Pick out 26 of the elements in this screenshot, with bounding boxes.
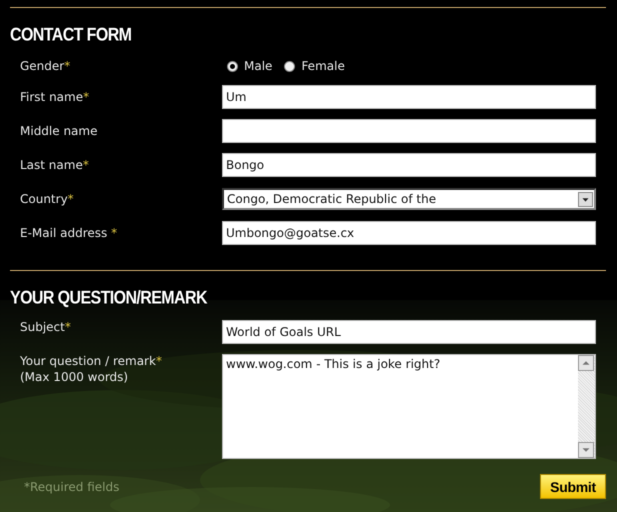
submit-button[interactable]: Submit <box>540 474 606 499</box>
remark-textarea[interactable]: www.wog.com - This is a joke right? <box>222 354 596 459</box>
field-label: Your question / remark* <box>20 354 163 368</box>
gender-radio[interactable]: Male <box>227 59 272 73</box>
radio-icon[interactable] <box>284 60 296 72</box>
field-label: Country* <box>19 192 75 206</box>
section-heading: CONTACT FORM <box>10 26 132 46</box>
field-label: First name* <box>19 90 90 104</box>
field-label: Gender* <box>19 59 72 73</box>
field-label: Subject* <box>19 320 72 336</box>
text-field[interactable]: Bongo <box>222 153 596 177</box>
text-field[interactable]: Umbongo@goatse.cx <box>222 221 596 245</box>
gender-radio[interactable]: Female <box>284 59 345 73</box>
field-label: Last name* <box>19 158 90 172</box>
field-label: Middle name <box>19 124 98 138</box>
subject-field[interactable]: World of Goals URL <box>222 320 596 344</box>
text-field[interactable]: Um <box>222 85 596 109</box>
text-field[interactable] <box>222 119 596 143</box>
required-note: *Required fields <box>23 480 120 494</box>
country-dropdown[interactable]: Congo, Democratic Republic of the <box>222 188 596 210</box>
field-hint: (Max 1000 words) <box>20 370 130 384</box>
field-label: E-Mail address * <box>19 226 118 240</box>
scroll-up-icon[interactable] <box>578 355 594 371</box>
radio-icon[interactable] <box>227 60 238 72</box>
section-heading: YOUR QUESTION/REMARK <box>10 288 207 310</box>
scroll-down-icon[interactable] <box>578 442 594 458</box>
